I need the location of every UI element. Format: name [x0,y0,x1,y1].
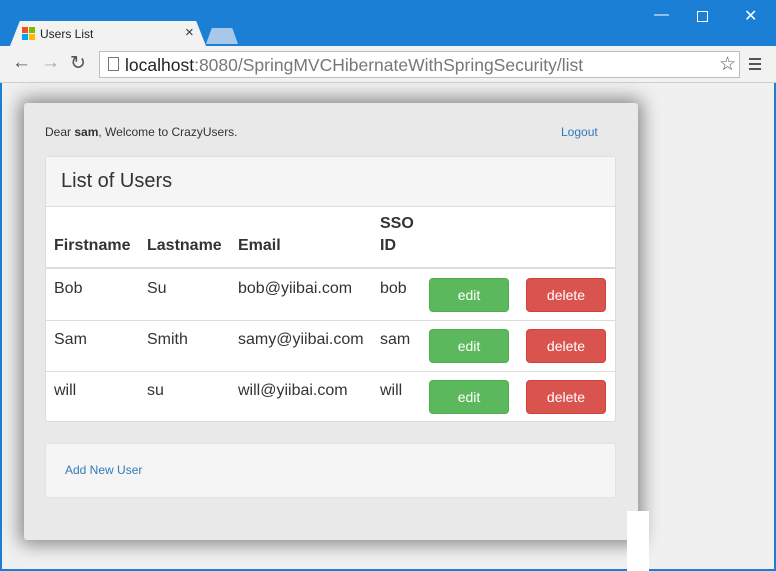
table-row: will su will@yiibai.com will edit delete [46,371,615,422]
tab-close-icon[interactable]: × [185,24,194,41]
close-window-icon[interactable]: ✕ [744,6,757,26]
column-header-id: ID [380,237,396,254]
bookmark-star-icon[interactable]: ☆ [719,53,736,76]
column-header-lastname: Lastname [147,237,222,254]
table-row: Bob Su bob@yiibai.com bob edit delete [46,269,615,320]
hamburger-menu-icon[interactable] [749,58,761,70]
cell-firstname: Bob [54,280,83,297]
delete-button[interactable]: delete [526,380,606,414]
tab-title: Users List [40,27,94,41]
cell-email: samy@yiibai.com [238,331,364,348]
welcome-text: Dear sam, Welcome to CrazyUsers. [45,125,238,139]
windows-logo-icon [22,27,35,40]
footer-well: Add New User [45,443,616,498]
corner-overlay [627,511,649,571]
users-panel: List of Users Firstname Lastname Email S… [45,156,616,422]
browser-tab[interactable]: Users List × [10,21,206,46]
add-new-user-link[interactable]: Add New User [65,463,142,477]
maximize-icon[interactable] [697,11,708,22]
panel-heading: List of Users [46,157,615,207]
cell-lastname: Smith [147,331,188,348]
page-icon [108,57,119,71]
cell-lastname: Su [147,280,167,297]
edit-button[interactable]: edit [429,278,509,312]
back-arrow-icon[interactable]: ← [12,52,31,74]
new-tab-button[interactable] [206,28,238,44]
users-card: Dear sam, Welcome to CrazyUsers. Logout … [24,103,638,540]
column-header-email: Email [238,237,281,254]
cell-email: will@yiibai.com [238,382,348,399]
browser-titlebar: Users List × — ✕ [0,0,776,46]
edit-button[interactable]: edit [429,329,509,363]
url-text[interactable]: localhost:8080/SpringMVCHibernateWithSpr… [125,55,583,76]
delete-button[interactable]: delete [526,278,606,312]
cell-email: bob@yiibai.com [238,280,353,297]
reload-icon[interactable]: ↻ [70,52,86,75]
panel-title: List of Users [61,170,173,192]
column-header-firstname: Firstname [54,237,131,254]
cell-sso: will [380,382,403,399]
delete-button[interactable]: delete [526,329,606,363]
column-header-sso: SSO [380,215,414,232]
logout-link[interactable]: Logout [561,125,598,139]
address-bar[interactable]: localhost:8080/SpringMVCHibernateWithSpr… [99,51,740,78]
edit-button[interactable]: edit [429,380,509,414]
cell-firstname: will [54,382,77,399]
minimize-icon[interactable]: — [654,6,669,23]
forward-arrow-icon[interactable]: → [41,52,60,74]
cell-lastname: su [147,382,164,399]
browser-toolbar: ← → ↻ localhost:8080/SpringMVCHibernateW… [0,46,776,83]
cell-sso: bob [380,280,407,297]
cell-firstname: Sam [54,331,87,348]
table-row: Sam Smith samy@yiibai.com sam edit delet… [46,320,615,371]
cell-sso: sam [380,331,411,348]
